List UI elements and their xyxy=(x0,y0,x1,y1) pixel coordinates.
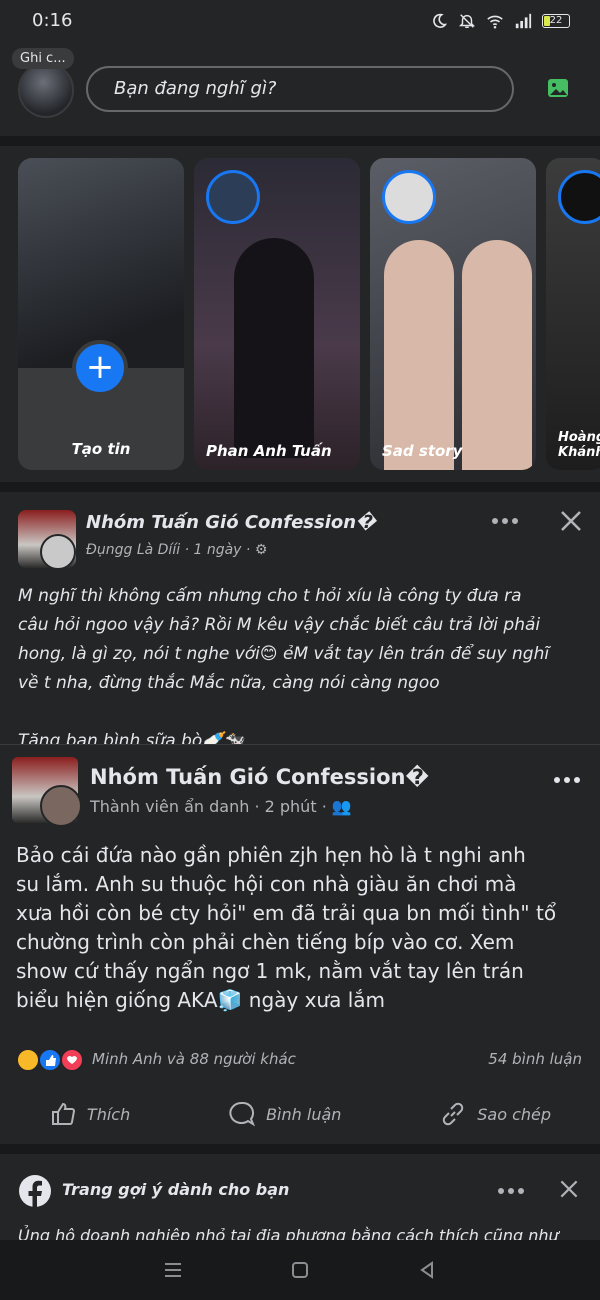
privacy-icon: ⚙ xyxy=(254,542,268,558)
comment-button[interactable]: Bình luận xyxy=(228,1100,341,1128)
post-line: su lắm. Anh su thuộc hội con nhà giàu ăn… xyxy=(16,872,517,896)
more-icon[interactable] xyxy=(496,1186,526,1196)
create-story-card[interactable]: + Tạo tin xyxy=(18,158,184,470)
group-post: Nhóm Tuấn Gió Confession� Đụngg Là Dííi … xyxy=(0,492,600,751)
post-meta: Đụngg Là Dííi · 1 ngày · ⚙ xyxy=(86,542,268,558)
moon-icon xyxy=(433,13,448,28)
story-avatar xyxy=(206,170,260,224)
post-line: câu hỏi ngoo vậy hả? Rồi M kêu vậy chắc … xyxy=(18,615,541,635)
author-name[interactable]: Đụngg Là Dííi xyxy=(86,542,180,558)
story-avatar xyxy=(558,170,600,224)
story-avatar xyxy=(382,170,436,224)
back-icon[interactable] xyxy=(415,1258,439,1282)
more-icon[interactable] xyxy=(490,516,520,526)
stories-tray: + Tạo tin Phan Anh Tuấn Sad story Hoàng … xyxy=(0,146,600,482)
divider xyxy=(0,136,600,146)
story-card[interactable]: Sad story xyxy=(370,158,536,470)
story-preview xyxy=(18,158,184,368)
post-line: chường trình còn phải chèn tiếng bíp vào… xyxy=(16,930,515,954)
post-line: về t nha, đừng thắc Mắc nữa, càng nói cà… xyxy=(18,673,440,693)
post-time: 2 phút xyxy=(264,797,317,816)
author-name: Thành viên ẩn danh xyxy=(90,797,250,816)
facebook-icon xyxy=(19,1175,51,1208)
post-line: xưa hồi còn bé cty hỏi" em đã trải qua b… xyxy=(16,901,557,925)
embedded-post[interactable]: Nhóm Tuấn Gió Confession� Thành viên ẩn … xyxy=(0,744,600,1034)
photo-icon[interactable] xyxy=(546,76,570,100)
status-time: 0:16 xyxy=(32,10,73,31)
reaction-summary[interactable]: Minh Anh và 88 người khác xyxy=(92,1050,296,1068)
link-icon xyxy=(443,1102,464,1126)
mute-icon xyxy=(458,14,476,29)
group-icon: 👥 xyxy=(331,797,352,816)
post-line: show cứ thấy ngẩn ngơ 1 mk, nằm vắt tay … xyxy=(16,959,524,983)
post-meta: Thành viên ẩn danh · 2 phút · 👥 xyxy=(90,797,352,816)
note-bubble[interactable]: Ghi c... xyxy=(12,48,74,69)
post-line: hong, là gì zọ, nói t nghe với😊 ẻM vắt t… xyxy=(18,644,550,664)
comment-icon xyxy=(229,1101,256,1127)
battery-icon: 22 xyxy=(542,14,570,28)
status-bar: 0:16 22 xyxy=(0,0,600,44)
group-name[interactable]: Nhóm Tuấn Gió Confession� xyxy=(86,512,376,533)
story-card[interactable]: Hoàng Khánh xyxy=(546,158,600,470)
post-line: Bảo cái đứa nào gần phiên zjh hẹn hò là … xyxy=(16,843,526,867)
system-nav-bar xyxy=(0,1240,600,1300)
story-label: Sad story xyxy=(382,442,463,460)
group-name: Nhóm Tuấn Gió Confession� xyxy=(90,765,429,789)
story-card[interactable]: Phan Anh Tuấn xyxy=(194,158,360,470)
reaction-icons[interactable] xyxy=(16,1048,88,1072)
signal-icon xyxy=(515,13,532,29)
divider xyxy=(0,1144,600,1154)
like-icon xyxy=(51,1102,75,1125)
wifi-icon xyxy=(487,15,503,29)
comment-count[interactable]: 54 bình luận xyxy=(488,1050,582,1068)
copy-button[interactable]: Sao chép xyxy=(439,1100,551,1128)
reactions-bar: Minh Anh và 88 người khác 54 bình luận T… xyxy=(0,1036,600,1144)
close-icon[interactable] xyxy=(558,1178,580,1200)
embedded-body: Bảo cái đứa nào gần phiên zjh hẹn hò là … xyxy=(16,841,556,1015)
suggestion-text: Ủng hộ doanh nghiệp nhỏ tại địa phương b… xyxy=(18,1226,559,1240)
like-label: Thích xyxy=(86,1104,131,1124)
more-icon xyxy=(554,777,580,783)
add-story-button[interactable]: + xyxy=(72,340,128,396)
avatar[interactable] xyxy=(18,62,74,118)
post-line: biểu hiện giống AKA🧊 ngày xưa lắm xyxy=(16,988,386,1012)
home-icon[interactable] xyxy=(288,1258,312,1282)
post-line: M nghĩ thì không cấm nhưng cho t hỏi xíu… xyxy=(18,586,522,606)
story-label: Phan Anh Tuấn xyxy=(206,442,332,460)
post-time[interactable]: 1 ngày xyxy=(193,542,241,558)
anonymous-avatar xyxy=(40,785,82,827)
close-icon[interactable] xyxy=(558,508,584,534)
copy-label: Sao chép xyxy=(477,1104,552,1124)
status-icons: 22 xyxy=(430,12,570,30)
divider xyxy=(0,482,600,492)
post-actions: Thích Bình luận Sao chép xyxy=(0,1092,600,1136)
story-image xyxy=(384,240,454,470)
story-label: Tạo tin xyxy=(71,440,131,458)
story-label: Hoàng Khánh xyxy=(558,430,600,460)
comment-label: Bình luận xyxy=(266,1104,342,1124)
composer-input[interactable]: Bạn đang nghĩ gì? xyxy=(86,66,514,112)
suggestion-title: Trang gợi ý dành cho bạn xyxy=(62,1180,290,1199)
like-button[interactable]: Thích xyxy=(49,1100,130,1128)
battery-level: 22 xyxy=(549,15,563,26)
suggestion-card: Trang gợi ý dành cho bạn Ủng hộ doanh ng… xyxy=(0,1154,600,1240)
author-avatar[interactable] xyxy=(40,534,76,570)
menu-icon[interactable] xyxy=(161,1258,185,1282)
story-image xyxy=(234,238,314,458)
post-body: M nghĩ thì không cấm nhưng cho t hỏi xíu… xyxy=(18,582,549,756)
